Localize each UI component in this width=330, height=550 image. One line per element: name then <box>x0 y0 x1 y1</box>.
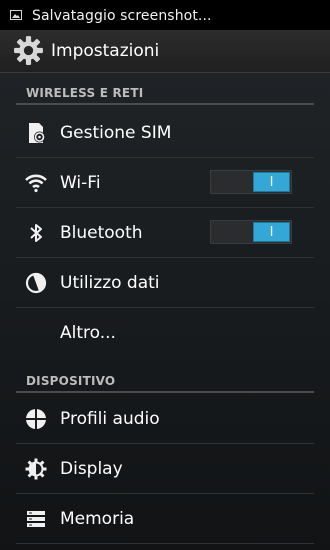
audio-profile-icon <box>26 409 46 429</box>
settings-item-label: Display <box>60 459 123 479</box>
settings-item-audio-profiles[interactable]: Profili audio <box>0 394 330 444</box>
settings-item-display[interactable]: Display <box>0 444 330 494</box>
action-bar: Impostazioni <box>0 30 330 73</box>
settings-item-label: Utilizzo dati <box>60 273 160 293</box>
data-usage-icon <box>25 272 47 294</box>
settings-list: WIRELESS E RETI Gestione SIM Wi-Fi I Blu… <box>0 73 330 550</box>
section-header-label: DISPOSITIVO <box>26 374 116 388</box>
settings-item-sim-management[interactable]: Gestione SIM <box>0 108 330 158</box>
storage-icon <box>27 511 45 527</box>
settings-item-label: Altro... <box>60 323 116 343</box>
bluetooth-icon <box>30 224 42 242</box>
settings-item-bluetooth[interactable]: Bluetooth I <box>0 208 330 258</box>
settings-item-wifi[interactable]: Wi-Fi I <box>0 158 330 208</box>
section-header-label: WIRELESS E RETI <box>26 86 144 100</box>
gear-icon[interactable] <box>12 34 45 67</box>
toggle-on-indicator: I <box>253 222 290 242</box>
settings-item-data-usage[interactable]: Utilizzo dati <box>0 258 330 308</box>
status-notification-text: Salvataggio screenshot... <box>32 8 212 24</box>
wifi-toggle[interactable]: I <box>210 170 292 194</box>
bluetooth-toggle[interactable]: I <box>210 220 292 244</box>
settings-item-label: Gestione SIM <box>60 123 172 143</box>
settings-item-label: Profili audio <box>60 409 160 429</box>
section-header-device: DISPOSITIVO <box>16 361 314 393</box>
settings-item-storage[interactable]: Memoria <box>0 494 330 544</box>
settings-item-more[interactable]: Altro... <box>0 308 330 358</box>
status-bar: Salvataggio screenshot... <box>0 0 330 30</box>
settings-item-label: Wi-Fi <box>60 173 101 193</box>
image-icon <box>10 10 22 20</box>
wifi-icon <box>25 174 47 193</box>
display-brightness-icon <box>25 458 47 480</box>
settings-item-label: Bluetooth <box>60 223 143 243</box>
settings-item-label: Memoria <box>60 509 135 529</box>
section-header-wireless: WIRELESS E RETI <box>16 73 314 105</box>
sim-card-icon <box>29 123 45 143</box>
toggle-on-indicator: I <box>253 172 290 192</box>
page-title: Impostazioni <box>51 41 160 61</box>
divider <box>16 543 314 544</box>
